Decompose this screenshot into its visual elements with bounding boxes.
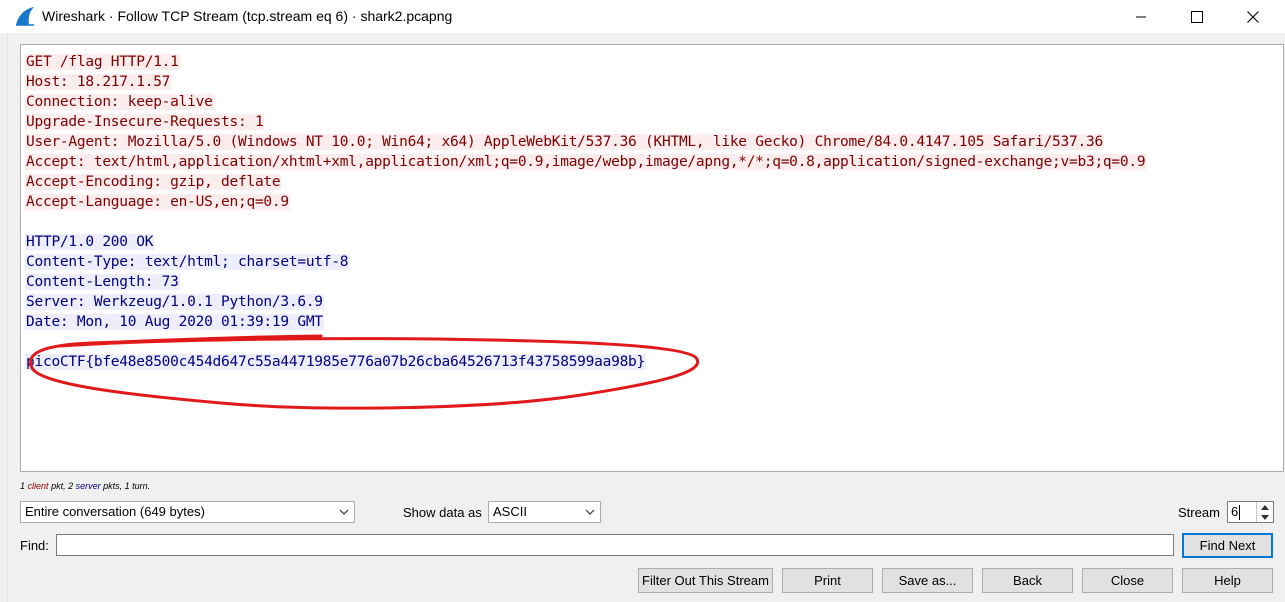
find-next-button[interactable]: Find Next (1182, 533, 1273, 558)
text-caret (1239, 505, 1240, 520)
response-line: Content-Type: text/html; charset=utf-8 (25, 254, 350, 270)
window-edge (0, 33, 8, 602)
request-line: Host: 18.217.1.57 (25, 74, 172, 90)
find-label: Find: (20, 538, 49, 553)
stream-number-value: 6 (1231, 504, 1239, 519)
show-data-label: Show data as (403, 505, 482, 520)
request-line: Accept: text/html,application/xhtml+xml,… (25, 154, 1147, 170)
minimize-button[interactable] (1118, 0, 1164, 33)
close-window-button[interactable] (1230, 0, 1276, 33)
help-button[interactable]: Help (1182, 568, 1273, 593)
response-line: Server: Werkzeug/1.0.1 Python/3.6.9 (25, 294, 324, 310)
show-data-select-value: ASCII (493, 504, 527, 519)
response-line: Date: Mon, 10 Aug 2020 01:39:19 GMT (25, 314, 324, 330)
filter-out-stream-button[interactable]: Filter Out This Stream (638, 568, 773, 593)
chevron-down-icon (339, 509, 349, 515)
show-data-select[interactable]: ASCII (488, 501, 601, 523)
window-title: Wireshark · Follow TCP Stream (tcp.strea… (42, 8, 453, 24)
minimize-icon (1136, 16, 1146, 17)
request-line: Upgrade-Insecure-Requests: 1 (25, 114, 265, 130)
print-button[interactable]: Print (782, 568, 873, 593)
response-line: HTTP/1.0 200 OK (25, 234, 155, 250)
find-input[interactable] (56, 534, 1174, 556)
chevron-down-icon (585, 509, 595, 515)
back-button[interactable]: Back (982, 568, 1073, 593)
maximize-button[interactable] (1174, 0, 1220, 33)
maximize-icon (1191, 10, 1203, 23)
spinbox-arrows[interactable] (1256, 502, 1273, 522)
request-line: Connection: keep-alive (25, 94, 214, 110)
close-button[interactable]: Close (1082, 568, 1173, 593)
stream-summary: 1 client pkt, 2 server pkts, 1 turn. (20, 481, 151, 491)
request-line: Accept-Language: en-US,en;q=0.9 (25, 194, 290, 210)
stream-number-spinbox[interactable]: 6 (1227, 501, 1274, 523)
close-icon (1247, 10, 1259, 23)
conversation-select[interactable]: Entire conversation (649 bytes) (20, 501, 355, 523)
stream-text: GET /flag HTTP/1.1 Host: 18.217.1.57 Con… (25, 52, 1147, 372)
wireshark-fin-icon (16, 7, 34, 26)
conversation-select-value: Entire conversation (649 bytes) (25, 504, 205, 519)
stream-content-pane[interactable]: GET /flag HTTP/1.1 Host: 18.217.1.57 Con… (20, 44, 1284, 472)
response-line: Content-Length: 73 (25, 274, 180, 290)
save-as-button[interactable]: Save as... (882, 568, 973, 593)
spin-up-icon[interactable] (1257, 502, 1273, 512)
spin-down-icon[interactable] (1257, 512, 1273, 522)
request-line: User-Agent: Mozilla/5.0 (Windows NT 10.0… (25, 134, 1104, 150)
flag-line: picoCTF{bfe48e8500c454d647c55a4471985e77… (25, 354, 647, 370)
request-line: Accept-Encoding: gzip, deflate (25, 174, 282, 190)
request-line: GET /flag HTTP/1.1 (25, 54, 180, 70)
title-bar: Wireshark · Follow TCP Stream (tcp.strea… (0, 0, 1285, 33)
stream-label: Stream (1178, 505, 1220, 520)
